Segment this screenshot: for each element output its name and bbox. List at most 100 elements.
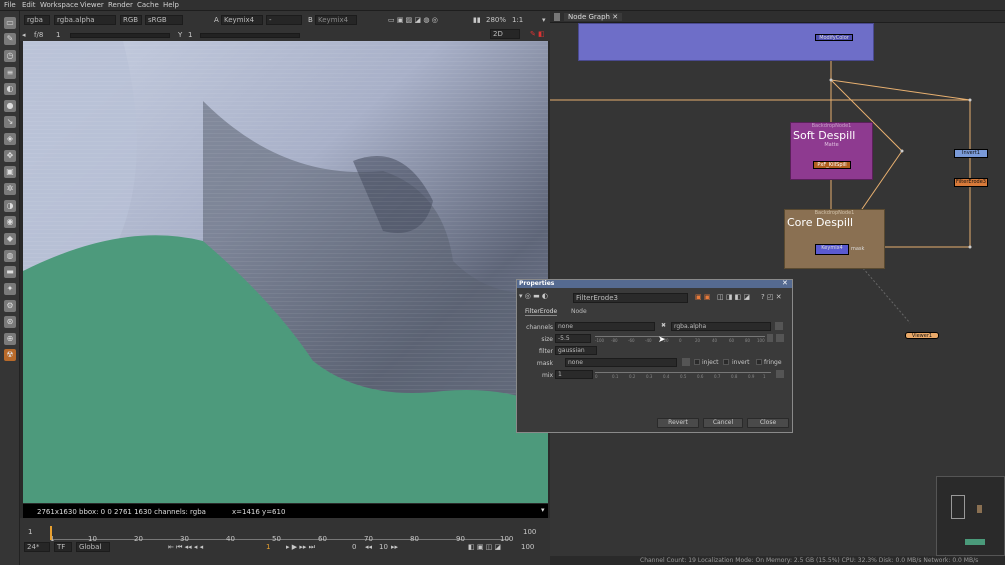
close-icon[interactable]: ✕ (782, 279, 788, 287)
menu-edit[interactable]: Edit (22, 1, 36, 9)
range-dropdown[interactable]: Global (76, 542, 110, 552)
close-tab-icon[interactable]: ✕ (612, 13, 618, 21)
plugin-icon[interactable]: ⊛ (4, 316, 16, 328)
revert-button[interactable]: Revert (657, 418, 699, 428)
invert-checkbox[interactable] (723, 359, 729, 365)
menu-viewer[interactable]: Viewer (80, 1, 104, 9)
killspill-node[interactable]: PxF_KillSpill (813, 161, 851, 169)
current-frame[interactable]: 1 (266, 543, 270, 551)
3d-icon[interactable]: ▣ (4, 166, 16, 178)
gamma-slider[interactable] (200, 33, 300, 38)
filtererode-node[interactable]: FilterErode3 (954, 178, 988, 187)
fstop-dropdown-icon[interactable]: ◂ (22, 31, 26, 39)
channel-checkbox[interactable]: ✖ (661, 322, 666, 329)
ratio-value[interactable]: 1:1 (512, 16, 523, 24)
modify-node[interactable]: ModifyColor (815, 34, 853, 41)
node-name-field[interactable]: FilterErode3 (573, 293, 688, 303)
lut-dropdown[interactable]: sRGB (145, 15, 183, 25)
playhead[interactable] (50, 526, 52, 540)
invert-node[interactable]: Invert1 (954, 149, 988, 158)
help-icons[interactable]: ? ◰ ✕ (761, 293, 782, 301)
tab-filtererode[interactable]: FilterErode (525, 308, 558, 316)
frame-zero[interactable]: 0 (352, 543, 356, 551)
channels-dropdown[interactable]: none (555, 322, 655, 331)
mix-anim-icon[interactable] (776, 370, 784, 378)
keyer-icon[interactable]: ↘ (4, 116, 16, 128)
input-b-dropdown[interactable]: Keymix4 (315, 15, 357, 25)
inject-checkbox[interactable] (694, 359, 700, 365)
navigator-view-rect[interactable] (951, 495, 965, 519)
fps-dropdown[interactable]: 24* (24, 542, 50, 552)
backdrop-core-despill[interactable]: BackdropNode1 Core Despill Keymix4 mask (784, 209, 885, 269)
timeline-end[interactable]: 100 (523, 528, 536, 536)
size-anim-icon[interactable] (776, 334, 784, 342)
properties-titlebar[interactable]: Properties ✕ (517, 279, 792, 288)
backdrop-top[interactable]: ModifyColor (578, 23, 874, 61)
color-icon[interactable]: ◐ (4, 83, 16, 95)
viewer-node[interactable]: Viewer1 (905, 332, 939, 339)
image-icon[interactable]: ▭ (4, 17, 16, 29)
mix-slider[interactable]: 0 0.1 0.2 0.3 0.4 0.5 0.6 0.7 0.8 0.9 1 (595, 372, 771, 379)
gain-slider[interactable] (70, 33, 170, 38)
tab-node[interactable]: Node (571, 308, 587, 315)
nuke-icon[interactable]: ☢ (4, 349, 16, 361)
pane-menu-icon[interactable] (554, 13, 560, 21)
gamma-value[interactable]: 1 (188, 31, 192, 39)
tf-dropdown[interactable]: TF (54, 542, 72, 552)
properties-panel[interactable]: Properties ✕ ▾ ◎ ▬ ◐ FilterErode3 ▣ ▣ ◫ … (516, 279, 793, 433)
fringe-checkbox[interactable] (756, 359, 762, 365)
views-icon[interactable]: ◉ (4, 216, 16, 228)
channels-dropdown-2[interactable]: rgba.alpha (671, 322, 771, 331)
menu-workspace[interactable]: Workspace (40, 1, 78, 9)
backdrop-soft-despill[interactable]: BackdropNode1 Soft Despill Matte PxF_Kil… (790, 122, 873, 180)
play-forward-icons[interactable]: ▸ ▶ ▸▸ ⏭ (286, 543, 315, 552)
timeline-ruler[interactable]: 1 10 20 30 40 50 60 70 80 90 100 (50, 526, 513, 543)
cancel-button[interactable]: Cancel (703, 418, 743, 428)
channel-options-icon[interactable] (775, 322, 783, 330)
menu-file[interactable]: File (4, 1, 16, 9)
deep-icon[interactable]: ◑ (4, 200, 16, 212)
node-color-icons[interactable]: ▣ ▣ (695, 293, 710, 301)
wipe-dropdown[interactable]: - (266, 15, 302, 25)
transport-icons[interactable]: ⇤ ⏮ ◂◂ ◂ ◂ (168, 543, 203, 552)
view-mode-dropdown[interactable]: 2D (490, 29, 520, 39)
tab-node-graph[interactable]: Node Graph ✕ (564, 13, 623, 21)
timeline-start[interactable]: 1 (28, 528, 32, 536)
close-button[interactable]: Close (747, 418, 789, 428)
merge-icon[interactable]: ◈ (4, 133, 16, 145)
playback-mode-icons[interactable]: ◧ ▣ ◫ ◪ (468, 543, 501, 551)
toolsets-icon[interactable]: ◍ (4, 250, 16, 262)
size-input[interactable]: -5.5 (555, 334, 591, 343)
node-toolbar-icons[interactable]: ▾ ◎ ▬ ◐ (519, 292, 571, 302)
filter-icon[interactable]: ● (4, 100, 16, 112)
particles-icon[interactable]: ✲ (4, 183, 16, 195)
metadata-icon[interactable]: ◆ (4, 233, 16, 245)
input-a-dropdown[interactable]: Keymix4 (221, 15, 263, 25)
step-forward-icon[interactable]: ▸▸ (391, 543, 398, 551)
furnace-icon[interactable]: ✦ (4, 283, 16, 295)
other-icon[interactable]: ▬ (4, 266, 16, 278)
time-icon[interactable]: ◷ (4, 50, 16, 62)
ofx-icon[interactable]: ⚙ (4, 300, 16, 312)
mix-input[interactable]: 1 (555, 370, 593, 379)
step-back-icon[interactable]: ◂◂ (365, 543, 372, 551)
info-expand-icon[interactable]: ▾ (541, 506, 545, 514)
size-split-icon[interactable] (767, 334, 773, 342)
draw-icon[interactable]: ✎ (4, 33, 16, 45)
frame-step[interactable]: 10 (379, 543, 388, 551)
mask-dropdown[interactable]: none (565, 358, 677, 367)
fstop-label[interactable]: f/8 (34, 31, 43, 39)
mask-options-icon[interactable] (682, 358, 690, 366)
fstop-value[interactable]: 1 (56, 31, 60, 39)
menu-render[interactable]: Render (108, 1, 133, 9)
pause-icon[interactable]: ▮▮ (473, 16, 481, 24)
channel-icon[interactable]: ≡ (4, 67, 16, 79)
color-mode-dropdown[interactable]: RGB (120, 15, 142, 25)
menu-cache[interactable]: Cache (137, 1, 159, 9)
clip-warning-icon[interactable]: ✎ ◧ (530, 30, 545, 38)
roi-icon[interactable]: ▭ ▣ ▨ ◪ ◍ ◎ (388, 16, 438, 24)
node-action-icons[interactable]: ◫ ◨ ◧ ◪ (717, 293, 750, 301)
size-slider[interactable]: -100 -80 -60 -40 -20 0 20 40 60 80 100 (595, 336, 765, 343)
viewer-menu-icon[interactable]: ▾ (542, 16, 546, 24)
channel-display-dropdown[interactable]: rgba.alpha (54, 15, 116, 25)
